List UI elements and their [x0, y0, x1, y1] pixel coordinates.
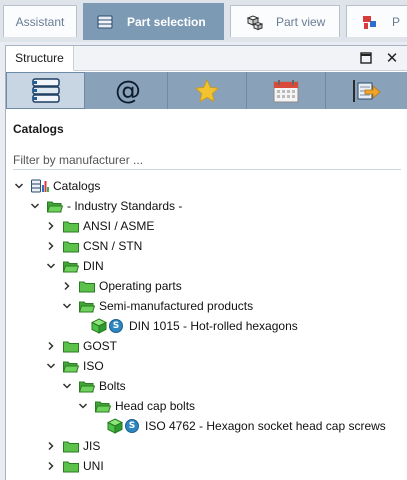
tree-node-iso-4762[interactable]: S ISO 4762 - Hexagon socket head cap scr…	[107, 416, 386, 436]
panel-header: Structure ✕	[6, 46, 407, 71]
tree-node-label: Head cap bolts	[115, 399, 196, 413]
tree-node-uni[interactable]: UNI	[45, 456, 104, 476]
tree-node-bolts[interactable]: Bolts	[61, 376, 126, 396]
chevron-down-icon[interactable]	[45, 360, 57, 372]
tree-node-head-cap-bolts[interactable]: Head cap bolts	[77, 396, 195, 416]
folder-open-icon	[63, 361, 79, 372]
chevron-down-icon[interactable]	[29, 200, 41, 212]
folder-icon	[63, 461, 79, 472]
tab-more-label: P	[392, 14, 401, 29]
chevron-right-icon[interactable]	[61, 280, 73, 292]
tree-node-ansi-asme[interactable]: ANSI / ASME	[45, 216, 154, 236]
tab-structure[interactable]: Structure	[6, 46, 74, 71]
tab-part-selection-label: Part selection	[127, 15, 206, 29]
main-tab-strip: Assistant Part selection Part view P	[0, 0, 407, 42]
tree-node-catalogs[interactable]: Catalogs	[13, 176, 100, 196]
folder-icon	[63, 441, 79, 452]
tree-node-jis[interactable]: JIS	[45, 436, 100, 456]
tree-node-label: Bolts	[99, 379, 126, 393]
tree-node-label: DIN	[83, 259, 104, 273]
export-icon[interactable]	[326, 72, 405, 109]
tree-node-industry-standards[interactable]: - Industry Standards -	[29, 196, 182, 216]
folder-icon	[79, 281, 95, 292]
maximize-icon[interactable]	[358, 50, 374, 66]
tab-structure-label: Structure	[15, 51, 64, 65]
folder-open-icon	[95, 401, 111, 412]
cubes-icon	[245, 13, 264, 31]
tree-node-label: Catalogs	[53, 179, 101, 193]
tab-assistant[interactable]: Assistant	[3, 5, 77, 37]
tab-part-selection[interactable]: Part selection	[83, 3, 224, 40]
tree-node-label: ISO 4762 - Hexagon socket head cap screw…	[145, 419, 386, 433]
tree-node-csn-stn[interactable]: CSN / STN	[45, 236, 142, 256]
tree-node-label: UNI	[83, 459, 104, 473]
tree-node-label: ANSI / ASME	[83, 219, 155, 233]
chevron-down-icon[interactable]	[77, 400, 89, 412]
tree-node-din[interactable]: DIN	[45, 256, 104, 276]
folder-icon	[63, 241, 79, 252]
manufacturer-filter-input[interactable]	[13, 150, 401, 170]
tab-more[interactable]: P	[346, 5, 407, 37]
close-icon[interactable]: ✕	[384, 50, 400, 67]
tree-node-label: JIS	[83, 439, 101, 453]
chevron-right-icon[interactable]	[45, 460, 57, 472]
tree-node-label: CSN / STN	[83, 239, 143, 253]
chevron-down-icon[interactable]	[13, 180, 25, 192]
part-cube-icon	[91, 318, 107, 334]
tree-node-label: - Industry Standards -	[67, 199, 183, 213]
structure-panel: Structure ✕ @ Catalogs Filter by manufac…	[5, 45, 407, 480]
calendar-icon[interactable]	[247, 72, 326, 109]
folder-open-icon	[79, 301, 95, 312]
at-sign-icon[interactable]: @	[89, 72, 168, 109]
standard-badge-icon: S	[125, 419, 139, 433]
favorites-star-icon[interactable]	[168, 72, 247, 109]
chevron-right-icon[interactable]	[45, 440, 57, 452]
tree-node-label: Semi-manufactured products	[99, 299, 254, 313]
parts-colored-icon	[361, 13, 379, 31]
folder-open-icon	[79, 381, 95, 392]
chevron-down-icon[interactable]	[61, 380, 73, 392]
folder-icon	[63, 221, 79, 232]
tree-node-label: DIN 1015 - Hot-rolled hexagons	[129, 319, 298, 333]
tree-node-semi-manufactured-products[interactable]: Semi-manufactured products	[61, 296, 253, 316]
tab-part-view[interactable]: Part view	[230, 5, 340, 37]
catalogs-root-icon	[31, 179, 49, 193]
catalog-books-icon[interactable]	[6, 72, 85, 109]
tree-node-iso[interactable]: ISO	[45, 356, 104, 376]
tree-node-operating-parts[interactable]: Operating parts	[61, 276, 182, 296]
chevron-down-icon[interactable]	[61, 300, 73, 312]
chevron-down-icon[interactable]	[45, 260, 57, 272]
chevron-right-icon[interactable]	[45, 340, 57, 352]
tree-node-gost[interactable]: GOST	[45, 336, 117, 356]
chevron-right-icon[interactable]	[45, 220, 57, 232]
catalogs-heading: Catalogs	[13, 122, 64, 136]
tab-assistant-label: Assistant	[15, 14, 65, 29]
tab-part-view-label: Part view	[276, 14, 326, 29]
tree-node-label: Operating parts	[99, 279, 182, 293]
chevron-right-icon[interactable]	[45, 240, 57, 252]
tree-node-label: ISO	[83, 359, 104, 373]
books-icon	[96, 13, 114, 31]
tree-node-label: GOST	[83, 339, 118, 353]
tree-node-din-1015[interactable]: S DIN 1015 - Hot-rolled hexagons	[91, 316, 298, 336]
view-toolbar: @	[6, 72, 407, 109]
folder-open-icon	[47, 201, 63, 212]
folder-icon	[63, 341, 79, 352]
folder-open-icon	[63, 261, 79, 272]
standard-badge-icon: S	[109, 319, 123, 333]
part-cube-icon	[107, 418, 123, 434]
